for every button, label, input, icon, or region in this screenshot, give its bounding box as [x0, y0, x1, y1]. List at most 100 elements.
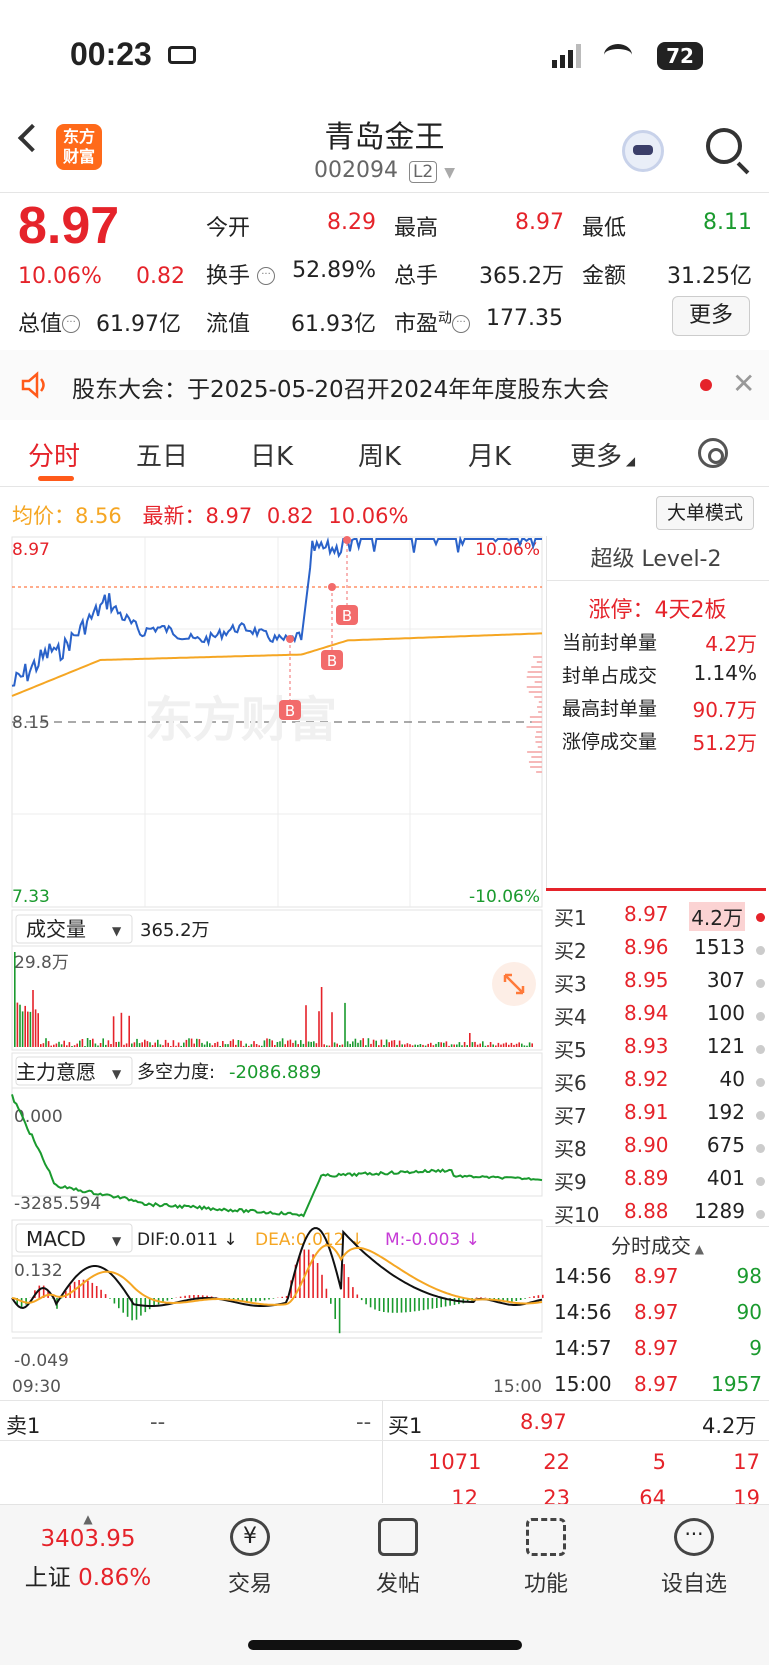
volume-bar	[378, 1045, 380, 1047]
volume-bar	[188, 1038, 190, 1047]
macd-bar	[427, 1298, 429, 1310]
volume-bar	[180, 1045, 182, 1047]
more-button[interactable]: 更多	[672, 296, 750, 336]
nav-watchlist[interactable]: ··· 设自选	[634, 1518, 754, 1598]
pe-label: 市盈动 ···	[394, 306, 471, 338]
orderbook-volume: 100	[706, 1001, 745, 1025]
volume-bar	[294, 1040, 297, 1047]
tab-intraday[interactable]: 分时	[28, 436, 80, 473]
nav-functions[interactable]: 功能	[486, 1518, 606, 1598]
volume-bar	[248, 1045, 250, 1047]
intraday-chart[interactable]: 8.97 10.06% 8.15 7.33 -10.06% 东方财富 B B B…	[0, 536, 546, 1398]
stat-label: 涨停成交量	[562, 731, 658, 753]
macd-bar	[396, 1298, 398, 1313]
volume-bar	[227, 1044, 229, 1047]
depth-bar	[533, 656, 542, 658]
orderbook-row[interactable]: 买5 8.93 121	[552, 1034, 767, 1067]
volume-bar	[430, 1042, 432, 1047]
orderbook-row[interactable]: 买4 8.94 100	[552, 1001, 767, 1034]
indicator-label: 主力意愿	[16, 1060, 96, 1084]
stat-value: 90.7万	[692, 698, 757, 722]
orderbook-row[interactable]: 买8 8.90 675	[552, 1133, 767, 1166]
orderbook-volume: 307	[706, 968, 745, 992]
volume-bar	[99, 1043, 102, 1047]
volume-bar	[66, 1045, 68, 1047]
queue-cell: 17	[733, 1450, 760, 1474]
wifi-icon	[604, 44, 632, 66]
mcap-label: 总值 ···	[18, 306, 81, 338]
volume-bar	[495, 1045, 497, 1047]
turnover-value: 52.89%	[292, 258, 376, 283]
time-end: 15:00	[493, 1377, 542, 1397]
orderbook-row[interactable]: 买6 8.92 40	[552, 1067, 767, 1100]
search-icon[interactable]	[706, 128, 742, 164]
volume-bar	[60, 1044, 63, 1047]
volume-bar	[521, 1043, 523, 1047]
volume-bar	[336, 1043, 338, 1047]
info-icon[interactable]: ···	[257, 267, 276, 285]
info-icon[interactable]: ···	[62, 315, 81, 333]
macd-bar	[254, 1298, 257, 1302]
orderbook-volume: 4.2万	[689, 902, 745, 931]
volume-bar	[175, 1045, 177, 1047]
change-abs: 0.82	[136, 264, 185, 289]
volume-bar	[214, 1043, 216, 1047]
orderbook-level: 买1	[554, 906, 587, 930]
volume-bar	[297, 1044, 299, 1047]
tab-daily-k[interactable]: 日K	[250, 436, 293, 473]
mcap-value: 61.97亿	[96, 312, 181, 337]
index-widget[interactable]: ▲ 3403.95 上证 0.86%	[0, 1512, 176, 1592]
orderbook-price: 8.94	[624, 1001, 669, 1025]
orderbook-price: 8.97	[624, 902, 669, 926]
ticks-title[interactable]: 分时成交 ▲	[546, 1230, 769, 1259]
orderbook-level: 买5	[554, 1038, 587, 1062]
nav-trade[interactable]: ¥ 交易	[190, 1518, 310, 1598]
stat-value: 1.14%	[693, 661, 757, 685]
macd-bar	[422, 1298, 425, 1311]
depth-bar	[531, 666, 542, 668]
volume-bar	[292, 1042, 294, 1047]
queue-cell: 19	[733, 1486, 760, 1504]
volume-bar	[466, 1045, 468, 1047]
tick-row: 14:57 8.97 9	[552, 1336, 762, 1366]
volume-bar	[307, 1041, 310, 1047]
tab-weekly-k[interactable]: 周K	[358, 436, 401, 473]
volume-bar	[198, 1039, 201, 1047]
tab-more[interactable]: 更多 ◢	[570, 436, 635, 473]
depth-bar	[529, 716, 542, 718]
volume-bar	[344, 1002, 346, 1047]
volume-bar	[401, 1044, 403, 1047]
orderbook-row[interactable]: 买2 8.96 1513	[552, 935, 767, 968]
orderbook-volume: 192	[706, 1100, 745, 1124]
volume-bar	[414, 1044, 416, 1047]
orderbook-row[interactable]: 买3 8.95 307	[552, 968, 767, 1001]
orderbook-level: 买8	[554, 1137, 587, 1161]
sell1-price: --	[150, 1410, 166, 1434]
robot-avatar-icon[interactable]	[622, 130, 664, 172]
orderbook-row[interactable]: 买9 8.89 401	[552, 1166, 767, 1199]
macd-bar	[413, 1298, 416, 1312]
big-order-mode-button[interactable]: 大单模式	[656, 496, 754, 530]
volume-bar	[185, 1039, 188, 1047]
volume-bar	[258, 1045, 260, 1047]
tab-monthly-k[interactable]: 月K	[468, 436, 511, 473]
orderbook-row[interactable]: 买1 8.97 4.2万	[552, 902, 767, 935]
stock-code: 002094	[313, 158, 398, 183]
close-icon[interactable]: ✕	[732, 367, 755, 400]
volume-bar	[27, 1011, 29, 1047]
amount-label: 金额	[582, 264, 627, 289]
notice-text[interactable]: 股东大会：于2025-05-20召开2024年年度股东大会	[72, 370, 609, 404]
volume-bar	[419, 1044, 422, 1047]
chevron-down-icon: ▼	[112, 1234, 122, 1248]
info-icon[interactable]: ···	[452, 315, 471, 333]
mainforce-top: 0.000	[14, 1107, 63, 1127]
gear-icon[interactable]	[698, 438, 728, 468]
nav-post[interactable]: 发帖	[338, 1518, 458, 1598]
orderbook-row[interactable]: 买7 8.91 192	[552, 1100, 767, 1133]
orderbook-dot	[756, 1111, 765, 1120]
tab-five-day[interactable]: 五日	[136, 436, 188, 473]
volume-bar	[53, 1044, 55, 1047]
volume-bar	[445, 1041, 448, 1047]
volume-bar	[131, 1043, 133, 1047]
orderbook-row[interactable]: 买10 8.88 1289	[552, 1199, 767, 1232]
